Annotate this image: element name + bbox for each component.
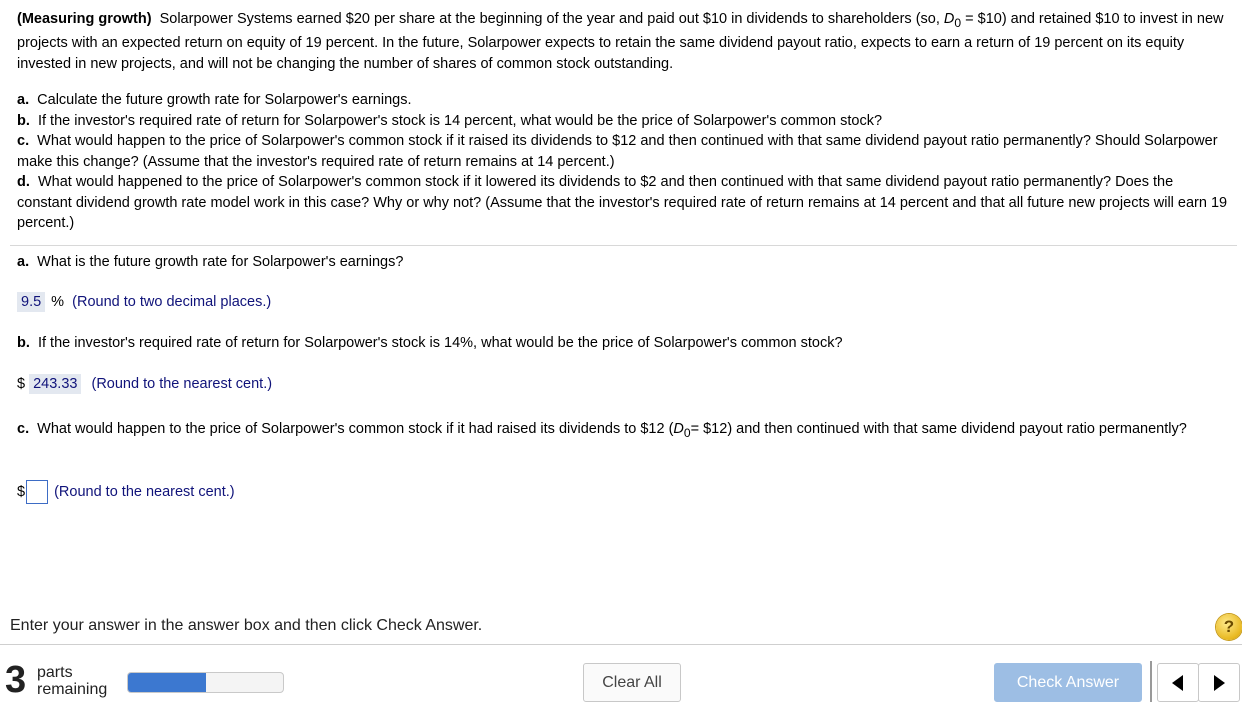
problem-part-a: a. Calculate the future growth rate for … — [17, 90, 1229, 111]
question-b: b. If the investor's required rate of re… — [17, 335, 843, 351]
answer-a-value[interactable]: 9.5 — [17, 292, 46, 312]
answer-c-row: $ (Round to the nearest cent.) — [17, 480, 235, 504]
currency-symbol: $ — [17, 483, 26, 500]
question-text-start: What would happen to the price of Solarp… — [37, 421, 674, 437]
progress-fill — [128, 673, 206, 692]
check-answer-button[interactable]: Check Answer — [994, 663, 1142, 702]
divider — [10, 245, 1237, 246]
intro-text-start: Solarpower Systems earned $20 per share … — [159, 11, 944, 27]
parts-label-line2: remaining — [37, 681, 108, 698]
problem-part-d: d. What would happened to the price of S… — [17, 172, 1229, 234]
d-variable: D — [943, 11, 955, 27]
problem-statement: (Measuring growth) Solarpower Systems ea… — [17, 9, 1229, 234]
part-text: Calculate the future growth rate for Sol… — [37, 92, 412, 109]
d-subscript: 0 — [683, 425, 691, 440]
instruction-b: (Round to the nearest cent.) — [91, 376, 273, 392]
question-letter: a. — [17, 254, 30, 270]
question-a: a. What is the future growth rate for So… — [17, 254, 403, 270]
next-button[interactable] — [1198, 663, 1240, 702]
answer-b-row: $ 243.33 (Round to the nearest cent.) — [17, 374, 272, 394]
problem-intro: (Measuring growth) Solarpower Systems ea… — [17, 9, 1229, 74]
instruction-c: (Round to the nearest cent.) — [54, 483, 235, 500]
answer-b-value[interactable]: 243.33 — [29, 374, 82, 394]
problem-parts: a. Calculate the future growth rate for … — [17, 90, 1229, 234]
part-letter: d. — [17, 174, 30, 191]
triangle-right-icon — [1214, 675, 1225, 691]
answer-c-input[interactable] — [26, 480, 49, 504]
question-letter: b. — [17, 335, 30, 351]
part-text: What would happen to the price of Solarp… — [17, 133, 1218, 170]
problem-part-c: c. What would happen to the price of Sol… — [17, 131, 1229, 172]
question-text: What is the future growth rate for Solar… — [37, 254, 404, 270]
triangle-left-icon — [1172, 675, 1183, 691]
question-letter: c. — [17, 421, 30, 437]
part-text: If the investor's required rate of retur… — [37, 112, 883, 129]
nav-separator — [1150, 661, 1152, 702]
question-text-end: = $12) and then continued with that same… — [690, 421, 1187, 437]
instruction-a: (Round to two decimal places.) — [72, 294, 272, 310]
footer-divider — [0, 644, 1242, 645]
question-text: If the investor's required rate of retur… — [37, 335, 843, 351]
percent-unit: % — [51, 294, 65, 310]
progress-bar — [127, 672, 284, 693]
part-letter: c. — [17, 133, 30, 150]
part-letter: b. — [17, 112, 30, 129]
help-icon[interactable]: ? — [1216, 614, 1242, 640]
problem-title: (Measuring growth) — [17, 11, 152, 27]
problem-part-b: b. If the investor's required rate of re… — [17, 111, 1229, 132]
answer-a-row: 9.5% (Round to two decimal places.) — [17, 292, 271, 312]
previous-button[interactable] — [1157, 663, 1199, 702]
parts-remaining-count: 3 — [5, 659, 27, 701]
part-text: What would happened to the price of Sola… — [17, 174, 1228, 232]
parts-label-line1: parts — [37, 664, 73, 681]
part-letter: a. — [17, 92, 30, 109]
question-c: c. What would happen to the price of Sol… — [17, 416, 1217, 446]
parts-remaining-label: parts remaining — [37, 664, 107, 698]
clear-all-button[interactable]: Clear All — [583, 663, 681, 702]
d-variable: D — [673, 421, 684, 437]
currency-symbol: $ — [17, 376, 26, 392]
footer-message: Enter your answer in the answer box and … — [10, 617, 483, 634]
